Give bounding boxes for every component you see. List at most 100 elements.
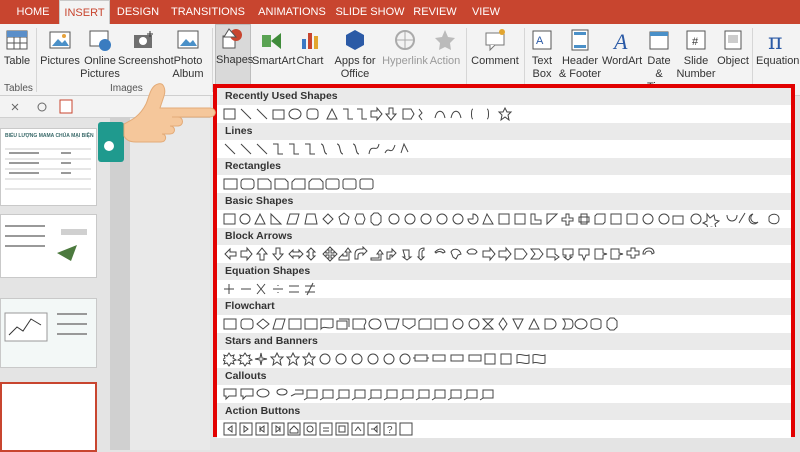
apps-icon bbox=[346, 30, 364, 50]
action-button[interactable]: Action bbox=[428, 26, 462, 88]
category-equation-shapes: Equation Shapes bbox=[217, 263, 791, 280]
header-footer-label: Header & Footer bbox=[558, 55, 602, 80]
shapes-row-equation bbox=[217, 280, 791, 298]
photo-album-icon bbox=[177, 30, 199, 49]
hyperlink-label: Hyperlink bbox=[382, 55, 428, 67]
text-box-icon: A bbox=[532, 30, 552, 50]
object-button[interactable]: Object bbox=[716, 26, 750, 88]
shapes-icon bbox=[222, 28, 242, 49]
text-box-button[interactable]: A Text Box bbox=[528, 26, 556, 88]
wordart-button[interactable]: A WordArt bbox=[602, 26, 642, 88]
screenshot-icon bbox=[134, 31, 153, 48]
text-box-label: Text Box bbox=[531, 55, 553, 80]
shapes-button[interactable]: Shapes bbox=[215, 24, 254, 88]
equation-button[interactable]: π Equation bbox=[756, 26, 800, 88]
pictures-label: Pictures bbox=[40, 55, 80, 67]
object-label: Object bbox=[717, 55, 749, 67]
rectangle-shapes[interactable] bbox=[223, 176, 383, 192]
basic-shapes[interactable] bbox=[223, 211, 789, 227]
shapes-row-block-arrows bbox=[217, 245, 791, 263]
pi-icon: π bbox=[768, 30, 782, 53]
shapes-row-lines bbox=[217, 140, 791, 158]
shapes-gallery-dropdown: Recently Used Shapes Lines Rectangles Ba… bbox=[213, 84, 795, 438]
hyperlink-button[interactable]: Hyperlink bbox=[382, 26, 428, 88]
ribbon-separator bbox=[752, 28, 753, 92]
action-label: Action bbox=[429, 55, 461, 67]
slide-thumbnail-pane: BIỂU LƯỢNG MAMA CHÚA MẠI BIỆN bbox=[0, 118, 110, 452]
smartart-button[interactable]: SmartArt bbox=[252, 26, 296, 88]
shapes-row-recent bbox=[217, 105, 791, 123]
table-button[interactable]: Table bbox=[2, 26, 32, 88]
comment-label: Comment bbox=[471, 55, 519, 67]
apps-for-office-button[interactable]: Apps for Office bbox=[332, 26, 378, 88]
header-footer-icon bbox=[571, 29, 589, 51]
callout-shapes[interactable] bbox=[223, 386, 513, 402]
smartart-icon bbox=[262, 33, 281, 49]
ribbon-separator bbox=[36, 28, 37, 92]
tab-transitions[interactable]: TRANSITIONS bbox=[168, 0, 248, 24]
slide-thumbnail-1[interactable]: BIỂU LƯỢNG MAMA CHÚA MẠI BIỆN bbox=[0, 128, 97, 206]
recent-shapes[interactable] bbox=[223, 106, 523, 122]
thumbnail-title: BIỂU LƯỢNG MAMA CHÚA MẠI BIỆN bbox=[5, 133, 94, 139]
ribbon-separator bbox=[524, 28, 525, 92]
slide-thumbnail-2[interactable] bbox=[0, 214, 97, 278]
shapes-row-flowchart bbox=[217, 315, 791, 333]
thumbnail-table bbox=[5, 148, 91, 190]
slide-thumbnail-4-selected[interactable] bbox=[0, 382, 97, 452]
comment-button[interactable]: Comment bbox=[470, 26, 520, 88]
tab-animations[interactable]: ANIMATIONS bbox=[252, 0, 332, 24]
object-icon bbox=[724, 30, 742, 50]
equation-shapes[interactable] bbox=[223, 281, 333, 297]
table-icon bbox=[6, 30, 28, 50]
category-block-arrows: Block Arrows bbox=[217, 228, 791, 245]
shapes-row-basic bbox=[217, 210, 791, 228]
star-banner-shapes[interactable] bbox=[223, 351, 563, 367]
slide-thumbnail-3[interactable] bbox=[0, 298, 97, 368]
action-icon bbox=[435, 30, 455, 50]
tab-slide-show[interactable]: SLIDE SHOW bbox=[335, 0, 405, 24]
slide-number-button[interactable]: # Slide Number bbox=[676, 26, 716, 88]
apps-for-office-label: Apps for Office bbox=[334, 55, 376, 80]
flowchart-shapes[interactable] bbox=[223, 316, 703, 332]
action-button-shapes[interactable]: ? bbox=[223, 421, 423, 437]
svg-text:#: # bbox=[692, 36, 699, 48]
tab-view[interactable]: VIEW bbox=[466, 0, 506, 24]
ribbon-tab-bar: HOME INSERT DESIGN TRANSITIONS ANIMATION… bbox=[0, 0, 800, 24]
category-basic-shapes: Basic Shapes bbox=[217, 193, 791, 210]
online-pictures-icon bbox=[89, 30, 111, 51]
screenshot-label: Screenshot bbox=[118, 55, 174, 67]
table-label: Table bbox=[3, 55, 31, 67]
pointing-hand-icon bbox=[98, 83, 216, 162]
smartart-label: SmartArt bbox=[252, 55, 296, 67]
tab-review[interactable]: REVIEW bbox=[410, 0, 460, 24]
category-recently-used: Recently Used Shapes bbox=[217, 88, 791, 105]
category-lines: Lines bbox=[217, 123, 791, 140]
block-arrow-shapes[interactable] bbox=[223, 246, 663, 262]
pictures-button[interactable]: Pictures bbox=[40, 26, 80, 88]
chart-label: Chart bbox=[296, 55, 324, 67]
category-stars-banners: Stars and Banners bbox=[217, 333, 791, 350]
pictures-icon bbox=[49, 31, 71, 49]
svg-text:?: ? bbox=[387, 425, 393, 436]
shapes-row-action-buttons: ? bbox=[217, 420, 791, 438]
equation-label: Equation bbox=[756, 55, 800, 67]
svg-text:A: A bbox=[536, 35, 544, 47]
shapes-row-stars bbox=[217, 350, 791, 368]
category-callouts: Callouts bbox=[217, 368, 791, 385]
thumbnail-graphic bbox=[5, 225, 87, 261]
shapes-label: Shapes bbox=[216, 54, 254, 66]
category-action-buttons: Action Buttons bbox=[217, 403, 791, 420]
svg-text:A: A bbox=[612, 29, 628, 53]
tab-insert[interactable]: INSERT bbox=[59, 0, 110, 24]
category-rectangles: Rectangles bbox=[217, 158, 791, 175]
category-flowchart: Flowchart bbox=[217, 298, 791, 315]
header-footer-button[interactable]: Header & Footer bbox=[558, 26, 602, 88]
shapes-row-rectangles bbox=[217, 175, 791, 193]
chart-button[interactable]: Chart bbox=[294, 26, 326, 88]
tab-design[interactable]: DESIGN bbox=[112, 0, 164, 24]
tab-home[interactable]: HOME bbox=[8, 0, 58, 24]
line-shapes[interactable] bbox=[223, 141, 423, 157]
comment-icon bbox=[485, 29, 505, 52]
date-time-button[interactable]: Date & Time bbox=[644, 26, 674, 93]
calendar-icon bbox=[649, 31, 669, 50]
